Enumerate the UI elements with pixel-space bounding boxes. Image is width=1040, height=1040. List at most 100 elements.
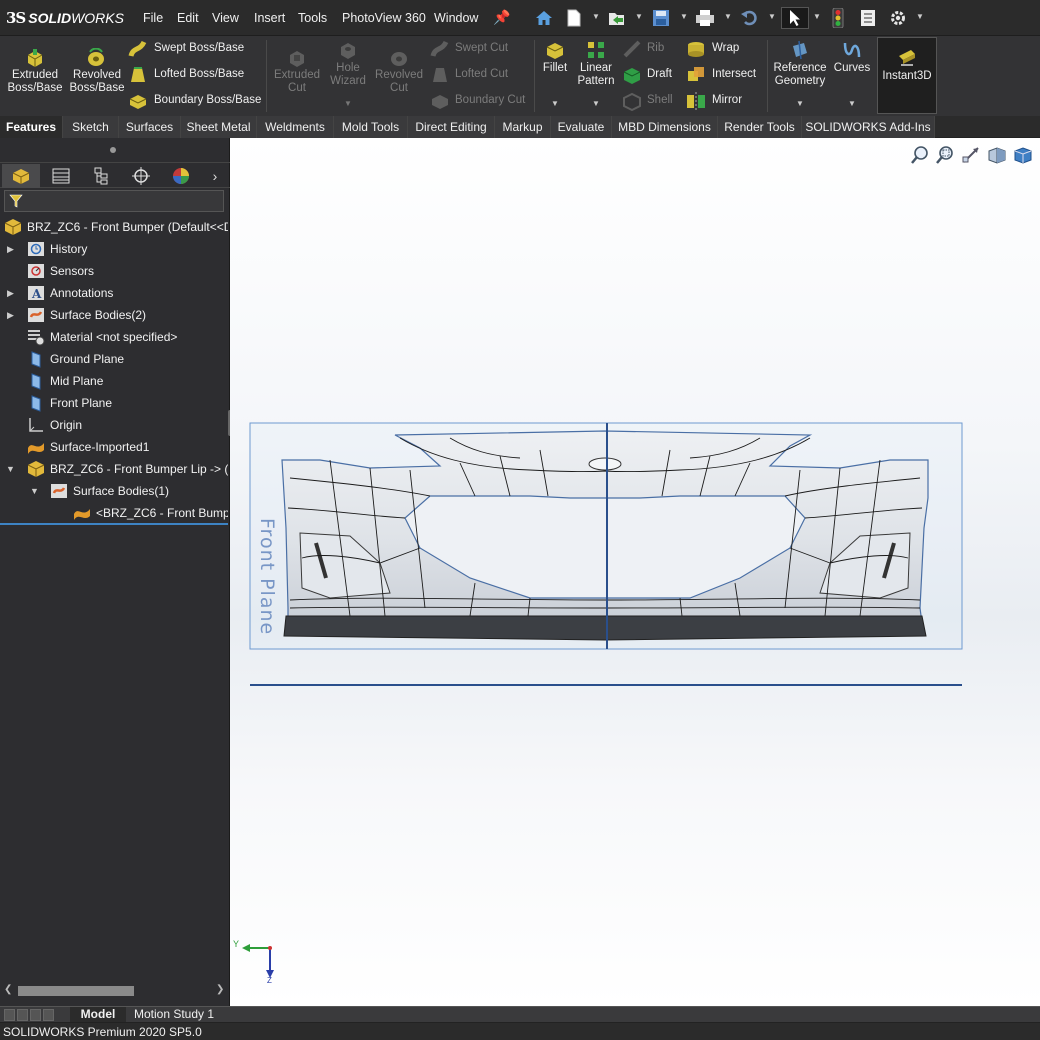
tab-markup[interactable]: Markup: [495, 116, 551, 138]
intersect-button[interactable]: Intersect: [712, 68, 756, 80]
save-dropdown-icon[interactable]: ▼: [680, 12, 688, 21]
print-dropdown-icon[interactable]: ▼: [724, 12, 732, 21]
new-dropdown-icon[interactable]: ▼: [592, 12, 600, 21]
wrap-button[interactable]: Wrap: [712, 42, 739, 54]
menu-window[interactable]: Window: [434, 11, 478, 25]
lofted-boss-button[interactable]: Lofted Boss/Base: [154, 68, 244, 80]
swept-boss-button[interactable]: Swept Boss/Base: [154, 42, 244, 54]
undo-icon[interactable]: [739, 7, 761, 29]
rib-button[interactable]: Rib: [647, 42, 664, 54]
first-tab-icon[interactable]: [4, 1009, 15, 1021]
hole-wizard-dropdown-icon[interactable]: ▼: [344, 99, 352, 108]
tree-horizontal-scrollbar[interactable]: ❮ ❯: [2, 984, 226, 998]
tree-item-origin[interactable]: Origin: [0, 414, 228, 436]
reference-geometry-dropdown-icon[interactable]: ▼: [796, 99, 804, 108]
home-icon[interactable]: [533, 7, 555, 29]
panel-splitter-handle[interactable]: [110, 147, 116, 153]
tree-item-surface-imported1[interactable]: Surface-Imported1: [0, 436, 228, 458]
tree-item-history[interactable]: ▶ History: [0, 238, 228, 260]
tree-item-surface-bodies[interactable]: ▶ Surface Bodies(2): [0, 304, 228, 326]
tab-features[interactable]: Features: [0, 116, 63, 138]
revolved-cut-button[interactable]: Revolved Cut: [370, 69, 428, 95]
collapse-arrow-icon[interactable]: ▼: [30, 486, 39, 496]
menu-insert[interactable]: Insert: [254, 11, 285, 25]
configuration-manager-tab-icon[interactable]: [82, 164, 120, 188]
open-dropdown-icon[interactable]: ▼: [635, 12, 643, 21]
expand-arrow-icon[interactable]: ▶: [7, 288, 15, 298]
expand-arrow-icon[interactable]: ▶: [7, 244, 15, 254]
open-icon[interactable]: [606, 7, 628, 29]
tab-weldments[interactable]: Weldments: [257, 116, 334, 138]
menu-view[interactable]: View: [212, 11, 239, 25]
menu-edit[interactable]: Edit: [177, 11, 199, 25]
curves-dropdown-icon[interactable]: ▼: [848, 99, 856, 108]
extruded-cut-button[interactable]: Extruded Cut: [268, 69, 326, 95]
tab-mbd-dimensions[interactable]: MBD Dimensions: [612, 116, 718, 138]
tab-motion-study-1[interactable]: Motion Study 1: [126, 1007, 222, 1023]
rebuild-traffic-light-icon[interactable]: [827, 7, 849, 29]
tree-item-surface-bodies-sub[interactable]: ▼ Surface Bodies(1): [0, 480, 228, 502]
fillet-button[interactable]: Fillet: [536, 62, 574, 75]
solidworks-logo[interactable]: 3S SOLID WORKS: [6, 7, 124, 29]
curves-button[interactable]: Curves: [831, 62, 873, 75]
feature-manager-tab-icon[interactable]: [2, 164, 40, 188]
extruded-boss-button[interactable]: Extruded Boss/Base: [4, 69, 66, 95]
next-tab-icon[interactable]: [30, 1009, 41, 1021]
save-icon[interactable]: [650, 7, 672, 29]
tree-item-ground-plane[interactable]: Ground Plane: [0, 348, 228, 370]
scroll-left-icon[interactable]: ❮: [4, 984, 12, 995]
property-manager-tab-icon[interactable]: [42, 164, 80, 188]
reference-geometry-button[interactable]: Reference Geometry: [770, 62, 830, 88]
select-cursor-icon[interactable]: [781, 7, 809, 29]
tree-item-front-plane[interactable]: Front Plane: [0, 392, 228, 414]
tab-solidworks-add-ins[interactable]: SOLIDWORKS Add-Ins: [802, 116, 935, 138]
tree-item-bumper-body[interactable]: <BRZ_ZC6 - Front Bumpe: [0, 502, 228, 524]
previous-tab-icon[interactable]: [17, 1009, 28, 1021]
menu-file[interactable]: File: [143, 11, 163, 25]
more-tabs-chevron-icon[interactable]: ›: [204, 164, 226, 188]
menu-tools[interactable]: Tools: [298, 11, 327, 25]
mirror-button[interactable]: Mirror: [712, 94, 742, 106]
last-tab-icon[interactable]: [43, 1009, 54, 1021]
pin-icon[interactable]: 📌: [493, 9, 510, 26]
tab-mold-tools[interactable]: Mold Tools: [334, 116, 408, 138]
tree-root-part[interactable]: BRZ_ZC6 - Front Bumper (Default<<D: [0, 216, 228, 238]
tree-filter-field[interactable]: [4, 190, 224, 212]
scroll-right-icon[interactable]: ❯: [216, 984, 224, 995]
swept-cut-button[interactable]: Swept Cut: [455, 42, 508, 54]
boundary-boss-button[interactable]: Boundary Boss/Base: [154, 94, 261, 106]
tab-evaluate[interactable]: Evaluate: [551, 116, 612, 138]
lofted-cut-button[interactable]: Lofted Cut: [455, 68, 508, 80]
tree-item-material[interactable]: Material <not specified>: [0, 326, 228, 348]
tab-model[interactable]: Model: [70, 1007, 126, 1023]
display-manager-tab-icon[interactable]: [162, 164, 200, 188]
tree-item-bumper-lip[interactable]: ▼ BRZ_ZC6 - Front Bumper Lip -> (D: [0, 458, 228, 480]
select-dropdown-icon[interactable]: ▼: [813, 12, 821, 21]
expand-arrow-icon[interactable]: ▶: [7, 310, 15, 320]
draft-button[interactable]: Draft: [647, 68, 672, 80]
hole-wizard-button[interactable]: Hole Wizard: [322, 62, 374, 88]
linear-pattern-button[interactable]: Linear Pattern: [574, 62, 618, 88]
fillet-dropdown-icon[interactable]: ▼: [551, 99, 559, 108]
options-gear-icon[interactable]: [887, 7, 909, 29]
dimxpert-manager-tab-icon[interactable]: [122, 164, 160, 188]
tab-surfaces[interactable]: Surfaces: [119, 116, 181, 138]
instant3d-button[interactable]: Instant3D: [877, 37, 937, 114]
shell-button[interactable]: Shell: [647, 94, 673, 106]
file-properties-icon[interactable]: [857, 7, 879, 29]
tree-item-annotations[interactable]: ▶ A Annotations: [0, 282, 228, 304]
tab-sketch[interactable]: Sketch: [63, 116, 119, 138]
tab-render-tools[interactable]: Render Tools: [718, 116, 802, 138]
tree-rollback-bar[interactable]: [0, 523, 228, 525]
options-dropdown-icon[interactable]: ▼: [916, 12, 924, 21]
undo-dropdown-icon[interactable]: ▼: [768, 12, 776, 21]
scrollbar-thumb[interactable]: [18, 986, 134, 996]
menu-photoview[interactable]: PhotoView 360: [342, 11, 426, 25]
tree-item-sensors[interactable]: Sensors: [0, 260, 228, 282]
tree-item-mid-plane[interactable]: Mid Plane: [0, 370, 228, 392]
print-icon[interactable]: [694, 7, 716, 29]
boundary-cut-button[interactable]: Boundary Cut: [455, 94, 525, 106]
graphics-area[interactable]: Front Plane Y Z: [230, 138, 1040, 1006]
tab-sheet-metal[interactable]: Sheet Metal: [181, 116, 257, 138]
collapse-arrow-icon[interactable]: ▼: [6, 464, 15, 474]
